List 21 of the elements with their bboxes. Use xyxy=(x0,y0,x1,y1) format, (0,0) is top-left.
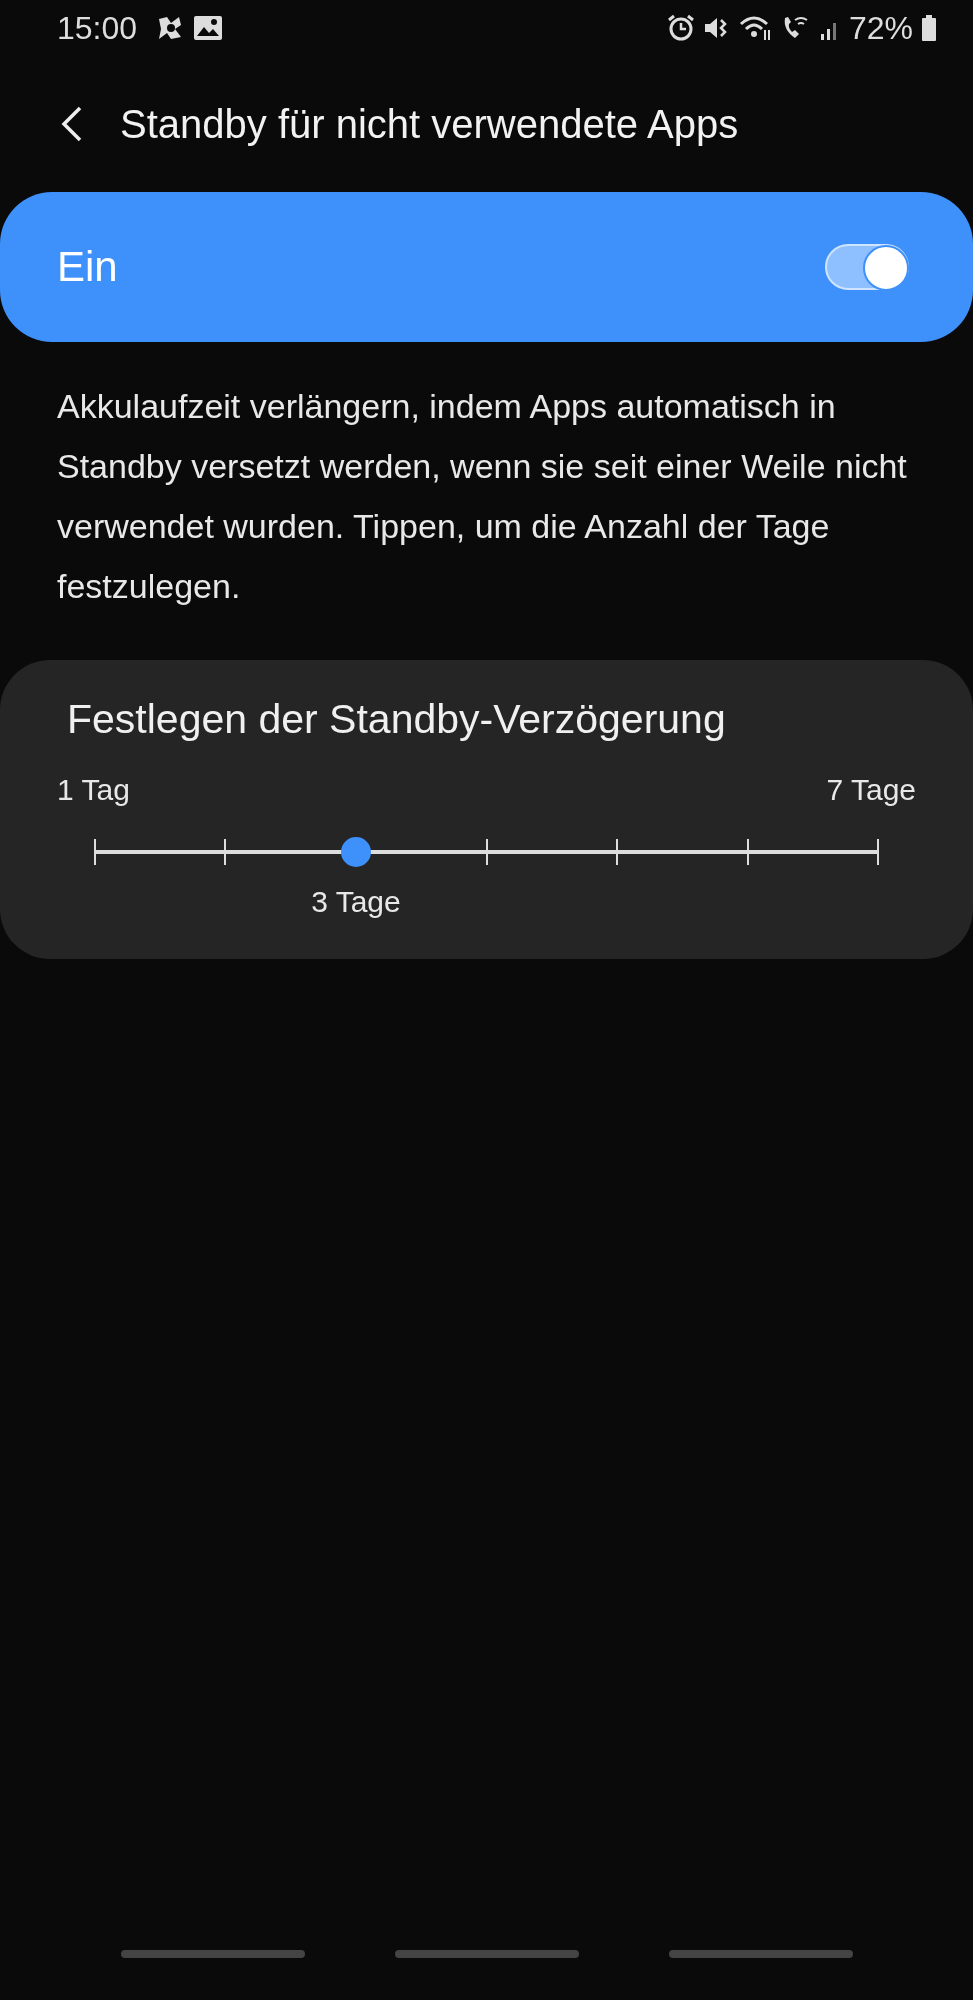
back-button[interactable] xyxy=(60,104,84,144)
battery-percent: 72% xyxy=(848,9,913,47)
battery-icon xyxy=(921,14,937,42)
nav-bar-handle[interactable] xyxy=(394,1950,579,1958)
description-text: Akkulaufzeit verlängern, indem Apps automatisch in Standby versetzt werden, wenn sie seit einer Weile nicht verwendet wurden. Tippen, um die Anzahl der Tage festzulegen. xyxy=(57,386,908,607)
status-time: 15:00 xyxy=(57,9,138,47)
slider-thumb[interactable] xyxy=(340,837,371,867)
switch-label: Ein xyxy=(57,243,118,291)
alarm-icon xyxy=(666,14,695,42)
value-label: 3 Tage xyxy=(311,885,401,919)
image-icon xyxy=(193,14,224,42)
wifi-icon xyxy=(738,14,773,42)
screen-title: Standby für nicht verwendete Apps xyxy=(120,101,739,147)
nav-bar-handle[interactable] xyxy=(668,1950,853,1958)
delay-slider[interactable] xyxy=(95,835,878,869)
max-label: 7 Tage xyxy=(826,773,916,807)
nav-bar-handle[interactable] xyxy=(120,1950,305,1958)
toggle-switch[interactable] xyxy=(825,244,909,290)
card-title: Festlegen der Standby-Verzögerung xyxy=(66,696,727,743)
min-label: 1 Tag xyxy=(57,773,130,807)
master-switch-bar[interactable]: Ein xyxy=(0,192,973,342)
